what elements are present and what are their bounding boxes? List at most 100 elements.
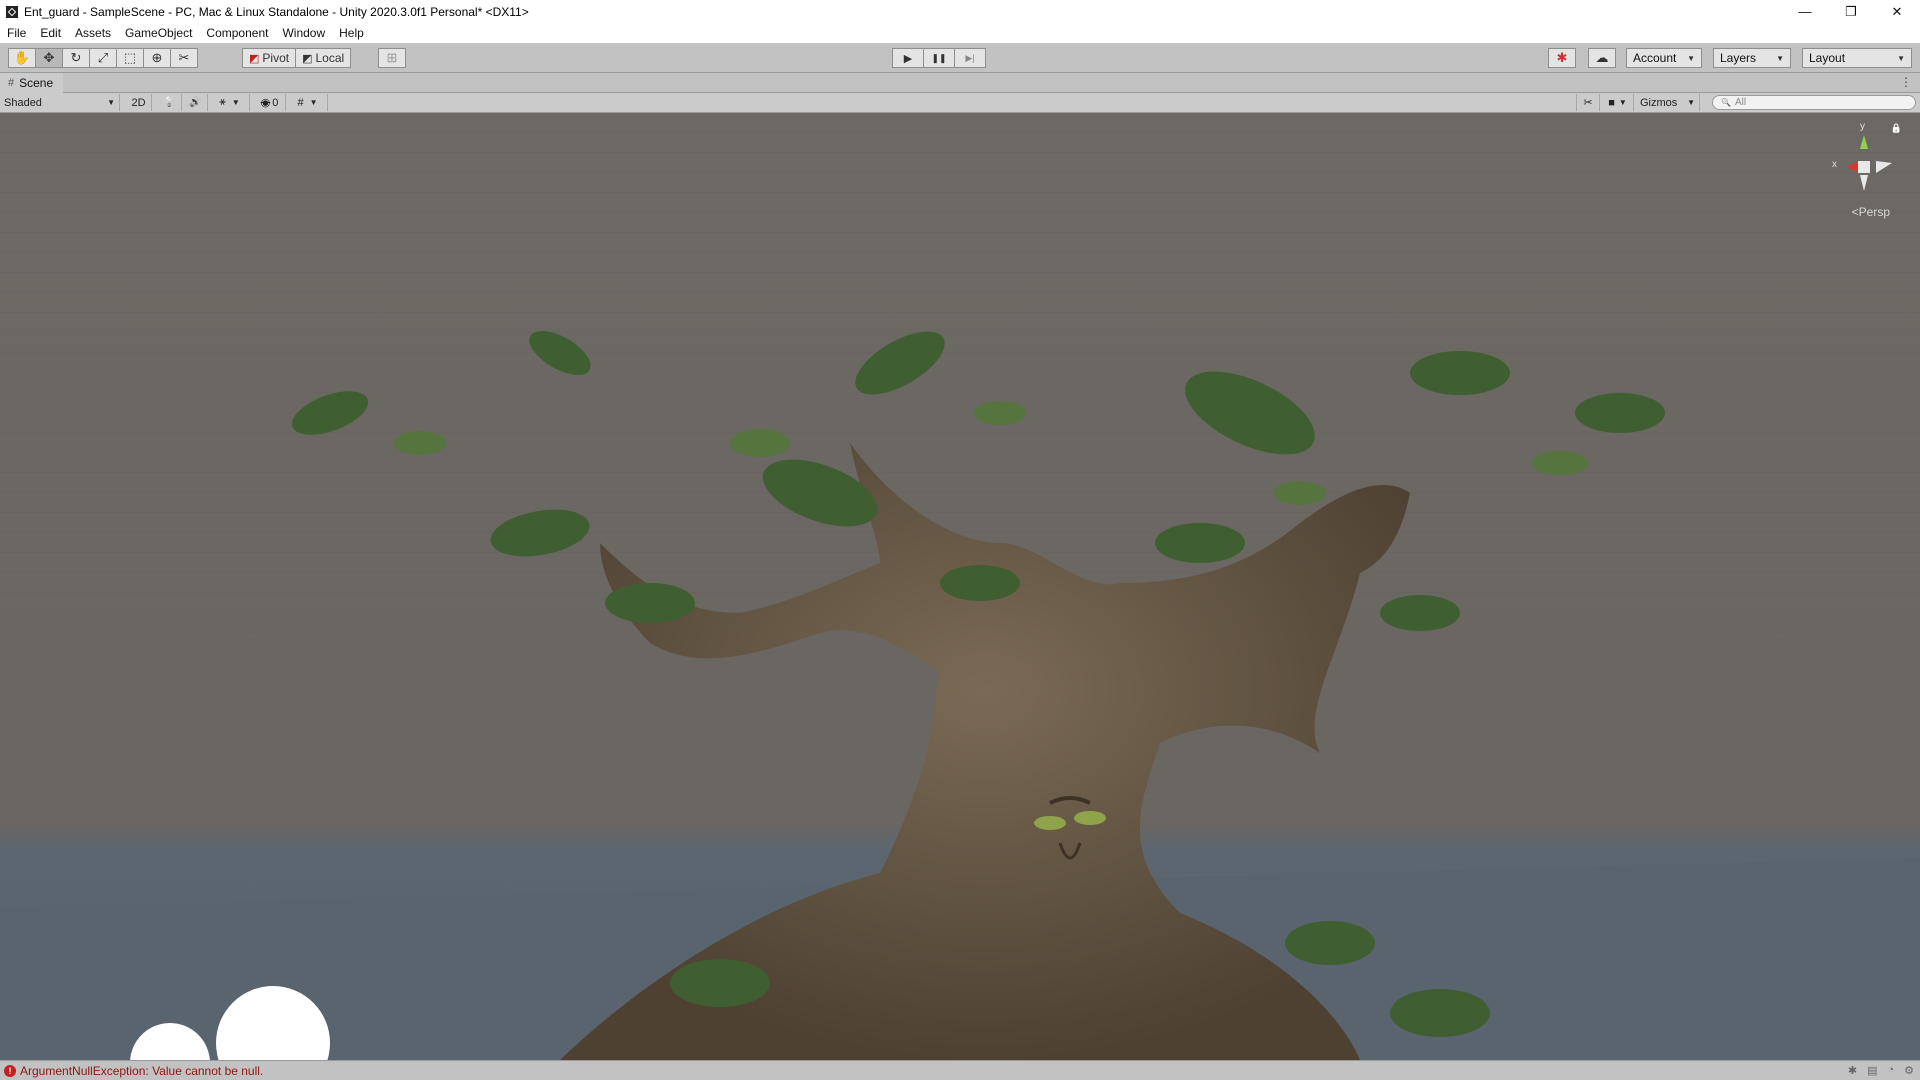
collab-group: ✱ bbox=[1548, 48, 1576, 68]
menu-assets[interactable]: Assets bbox=[68, 26, 118, 40]
layout-dropdown[interactable]: Layout ▼ bbox=[1802, 48, 1912, 68]
scene-tab-bar: # Scene ⋮ bbox=[0, 73, 1920, 93]
layers-dropdown[interactable]: Layers ▼ bbox=[1713, 48, 1791, 68]
menu-file[interactable]: File bbox=[0, 26, 33, 40]
cloud-button[interactable]: ☁ bbox=[1588, 48, 1616, 68]
hand-tool-button[interactable]: ✋ bbox=[8, 48, 36, 68]
audio-icon: 🔊 bbox=[189, 97, 202, 108]
play-icon: ▶ bbox=[903, 52, 913, 65]
scene-search-field[interactable]: 🔍 All bbox=[1712, 95, 1916, 110]
projection-prefix: < bbox=[1851, 205, 1859, 219]
snap-group: ⊞ bbox=[378, 48, 406, 68]
chevron-down-icon: ▼ bbox=[1618, 98, 1627, 107]
rotate-tool-button[interactable]: ↻ bbox=[62, 48, 90, 68]
window-title: Ent_guard - SampleScene - PC, Mac & Linu… bbox=[24, 4, 529, 19]
tab-menu-icon[interactable]: ⋮ bbox=[1900, 75, 1912, 89]
cache-icon[interactable]: ◔ bbox=[1887, 1064, 1894, 1077]
menu-window[interactable]: Window bbox=[275, 26, 332, 40]
scene-tools-button[interactable]: ✂ bbox=[1576, 94, 1600, 111]
search-placeholder: All bbox=[1734, 97, 1747, 108]
main-toolbar: ✋ ✥ ↻ ⤢ ⬚ ⊕ ✂ ◩ Pivot ◩ Local ⊞ ▶ ❚❚ ▶| ✱ … bbox=[0, 43, 1920, 73]
projection-toggle[interactable]: <Persp bbox=[1852, 205, 1890, 219]
pause-icon: ❚❚ bbox=[931, 52, 947, 63]
lighting-toggle[interactable]: 💡 bbox=[158, 94, 182, 111]
transform-tools: ✋ ✥ ↻ ⤢ ⬚ ⊕ ✂ bbox=[8, 48, 198, 68]
local-toggle[interactable]: ◩ Local bbox=[295, 48, 352, 68]
menu-component[interactable]: Component bbox=[199, 26, 275, 40]
pivot-toggle[interactable]: ◩ Pivot bbox=[242, 48, 297, 68]
play-button[interactable]: ▶ bbox=[892, 48, 924, 68]
playmode-controls: ▶ ❚❚ ▶| bbox=[892, 48, 986, 68]
pivot-toggles: ◩ Pivot ◩ Local bbox=[242, 48, 352, 68]
local-label: Local bbox=[315, 51, 345, 65]
transform-icon: ⊕ bbox=[151, 50, 163, 65]
transform-tool-button[interactable]: ⊕ bbox=[143, 48, 171, 68]
custom-tool-button[interactable]: ✂ bbox=[170, 48, 198, 68]
hidden-objects-toggle[interactable]: ◉ 0 bbox=[254, 94, 286, 111]
lock-icon[interactable]: 🔒 bbox=[1891, 123, 1902, 134]
console-message[interactable]: ArgumentNullException: Value cannot be n… bbox=[20, 1064, 263, 1078]
step-icon: ▶| bbox=[965, 52, 975, 63]
camera-dropdown[interactable]: ■ ▼ bbox=[1602, 94, 1634, 111]
scene-tab-label: Scene bbox=[19, 76, 54, 90]
bug-icon[interactable]: ✱ bbox=[1848, 1064, 1857, 1077]
move-icon: ✥ bbox=[43, 50, 55, 65]
menu-help[interactable]: Help bbox=[332, 26, 371, 40]
chevron-down-icon: ▼ bbox=[1687, 53, 1695, 63]
search-icon: 🔍 bbox=[1721, 98, 1731, 107]
scene-grid-icon: # bbox=[8, 77, 15, 89]
cloud-icon: ☁ bbox=[1595, 50, 1609, 65]
scene-tab[interactable]: # Scene bbox=[0, 73, 64, 93]
move-tool-button[interactable]: ✥ bbox=[35, 48, 63, 68]
pivot-icon: ◩ bbox=[249, 52, 260, 65]
scale-tool-button[interactable]: ⤢ bbox=[89, 48, 117, 68]
account-label: Account bbox=[1633, 51, 1677, 65]
rect-icon: ⬚ bbox=[123, 50, 137, 65]
status-bar: ! ArgumentNullException: Value cannot be… bbox=[0, 1060, 1920, 1080]
chevron-down-icon: ▼ bbox=[309, 98, 318, 107]
rotate-icon: ↻ bbox=[70, 50, 82, 65]
account-dropdown[interactable]: Account ▼ bbox=[1626, 48, 1702, 68]
effects-icon: ⚹ bbox=[219, 96, 226, 108]
restore-button[interactable]: ❐ bbox=[1828, 0, 1874, 23]
shading-mode-value: Shaded bbox=[4, 96, 42, 109]
audio-toggle[interactable]: 🔊 bbox=[184, 94, 208, 111]
shading-mode-dropdown[interactable]: Shaded ▼ bbox=[0, 94, 120, 111]
window-controls: — ❐ ✕ bbox=[1782, 0, 1920, 23]
eye-off-icon: ◉ bbox=[260, 97, 271, 109]
snap-toggle[interactable]: ⊞ bbox=[378, 48, 406, 68]
progress-icon[interactable]: ▤ bbox=[1867, 1064, 1877, 1077]
chevron-down-icon: ▼ bbox=[1687, 98, 1695, 107]
pivot-label: Pivot bbox=[262, 51, 290, 65]
custom-tool-icon: ✂ bbox=[178, 50, 190, 65]
step-button[interactable]: ▶| bbox=[954, 48, 986, 68]
gizmos-dropdown[interactable]: Gizmos ▼ bbox=[1636, 94, 1700, 111]
2d-toggle[interactable]: 2D bbox=[126, 94, 152, 111]
settings-icon[interactable]: ⚙ bbox=[1904, 1064, 1914, 1077]
grid-dropdown[interactable]: # ▼ bbox=[288, 94, 328, 111]
hand-icon: ✋ bbox=[13, 50, 31, 65]
close-button[interactable]: ✕ bbox=[1874, 0, 1920, 23]
scale-icon: ⤢ bbox=[97, 50, 109, 65]
scene-view-toolbar: Shaded ▼ 2D 💡 🔊 ⚹ ▼ ◉ 0 # ▼ ✂ ■ ▼ Gizmos ▼ 🔍 A… bbox=[0, 93, 1920, 113]
menu-edit[interactable]: Edit bbox=[33, 26, 68, 40]
error-icon: ! bbox=[4, 1064, 16, 1077]
cloud-group: ☁ bbox=[1588, 48, 1616, 68]
menu-bar: File Edit Assets GameObject Component Wi… bbox=[0, 23, 1920, 43]
chevron-down-icon: ▼ bbox=[231, 98, 240, 107]
status-icons: ✱ ▤ ◔ ⚙ bbox=[1848, 1064, 1914, 1077]
orientation-gizmo[interactable]: y x 🔒 bbox=[1822, 121, 1902, 211]
local-icon: ◩ bbox=[302, 52, 313, 65]
unity-logo-icon bbox=[6, 5, 18, 18]
y-axis-label: y bbox=[1860, 121, 1865, 132]
collab-button[interactable]: ✱ bbox=[1548, 48, 1576, 68]
minimize-button[interactable]: — bbox=[1782, 0, 1828, 23]
menu-gameobject[interactable]: GameObject bbox=[118, 26, 199, 40]
hidden-count: 0 bbox=[272, 96, 279, 109]
pause-button[interactable]: ❚❚ bbox=[923, 48, 955, 68]
gizmos-label: Gizmos bbox=[1640, 96, 1678, 109]
effects-dropdown[interactable]: ⚹ ▼ bbox=[210, 94, 250, 111]
scene-viewport[interactable]: y x 🔒 <Persp bbox=[0, 113, 1920, 1060]
x-axis-label: x bbox=[1832, 159, 1837, 170]
rect-tool-button[interactable]: ⬚ bbox=[116, 48, 144, 68]
